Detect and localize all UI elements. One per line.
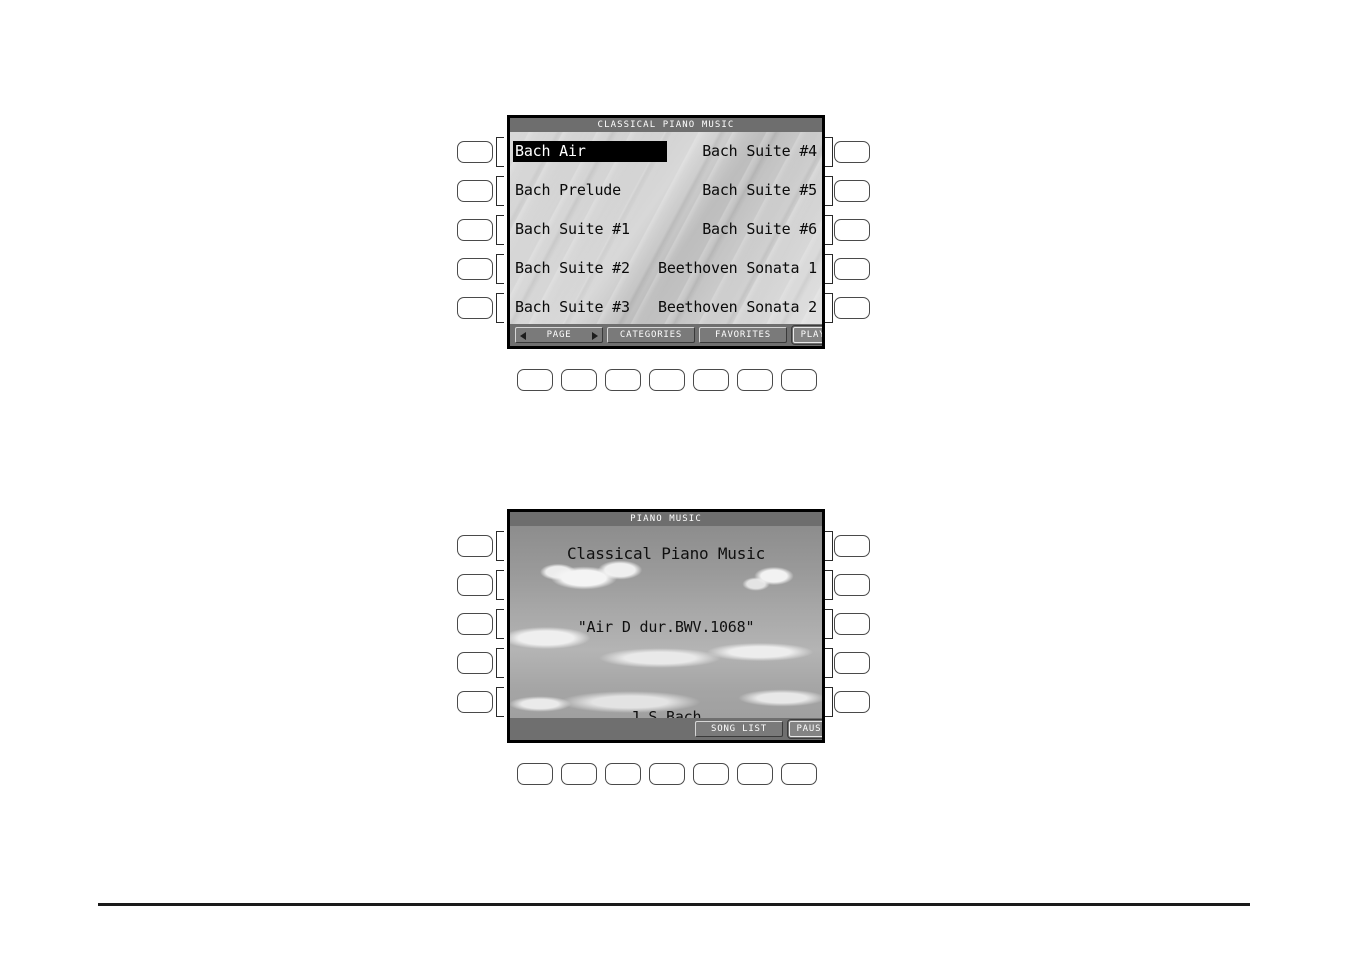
left-bracket-1 [496,137,504,167]
lcd-frame-now-playing: PIANO MUSIC Classical Piano Music "Air D… [507,509,825,743]
right-softkey-button-4[interactable] [834,258,870,280]
table-row: Bach Air Bach Suite #4 [510,141,822,162]
page-footer-rule [98,903,1250,906]
song-item-beethoven-sonata-1[interactable]: Beethoven Sonata 1 [656,258,819,279]
bottom-softkey-button-3[interactable] [605,369,641,391]
np-left-softkey-button-2[interactable] [457,574,493,596]
lcd-screen-now-playing: PIANO MUSIC Classical Piano Music "Air D… [510,512,822,740]
left-softkey-button-4[interactable] [457,258,493,280]
right-bracket-4 [825,254,833,284]
page-prev-arrow-icon[interactable] [520,332,526,340]
np-right-softkey-button-2[interactable] [834,574,870,596]
lcd-screen-song-list: CLASSICAL PIANO MUSIC Bach Air Bach Suit… [510,118,822,346]
right-bracket-2 [825,176,833,206]
left-bracket-2 [496,176,504,206]
table-row: Bach Suite #2 Beethoven Sonata 1 [510,258,822,279]
table-row: Bach Suite #3 Beethoven Sonata 2 [510,297,822,318]
song-item-beethoven-sonata-2[interactable]: Beethoven Sonata 2 [656,297,819,318]
left-bracket-5 [496,293,504,323]
np-right-bracket-4 [825,648,833,678]
bottom-softkey-button-1[interactable] [517,369,553,391]
np-right-bracket-1 [825,531,833,561]
page-softkey[interactable]: PAGE [515,327,603,343]
song-item-bach-suite-6[interactable]: Bach Suite #6 [700,219,819,240]
left-bracket-4 [496,254,504,284]
np-right-bracket-3 [825,609,833,639]
np-left-softkey-button-1[interactable] [457,535,493,557]
screen-body-now-playing: Classical Piano Music "Air D dur.BWV.106… [510,526,822,740]
softkey-bar-now-playing: SONG LIST PAUSE [510,718,822,740]
table-row: Bach Suite #1 Bach Suite #6 [510,219,822,240]
np-left-softkey-button-3[interactable] [457,613,493,635]
np-left-softkey-button-4[interactable] [457,652,493,674]
song-list-grid: Bach Air Bach Suite #4 Bach Prelude Bach… [510,132,822,316]
categories-softkey-label: CATEGORIES [619,330,683,340]
np-left-bracket-1 [496,531,504,561]
play-softkey-label: PLAY [800,330,822,340]
right-bracket-1 [825,137,833,167]
song-list-softkey-label: SONG LIST [711,724,767,734]
left-softkey-button-5[interactable] [457,297,493,319]
np-bottom-softkey-button-3[interactable] [605,763,641,785]
right-softkey-button-2[interactable] [834,180,870,202]
np-right-softkey-button-5[interactable] [834,691,870,713]
bottom-softkey-button-7[interactable] [781,369,817,391]
np-bottom-softkey-button-2[interactable] [561,763,597,785]
bottom-softkey-button-6[interactable] [737,369,773,391]
bottom-softkey-button-2[interactable] [561,369,597,391]
left-softkey-button-3[interactable] [457,219,493,241]
np-bottom-softkey-button-6[interactable] [737,763,773,785]
softkey-bar-song-list: PAGE CATEGORIES FAVORITES PLAY [510,324,822,346]
np-right-softkey-button-3[interactable] [834,613,870,635]
np-left-bracket-3 [496,609,504,639]
song-item-bach-suite-1[interactable]: Bach Suite #1 [513,219,632,240]
left-softkey-button-1[interactable] [457,141,493,163]
pause-softkey-label: PAUSE [796,724,822,734]
bottom-softkey-button-5[interactable] [693,369,729,391]
play-softkey[interactable]: PLAY [791,325,822,345]
left-bracket-3 [496,215,504,245]
right-softkey-button-3[interactable] [834,219,870,241]
np-bottom-softkey-button-7[interactable] [781,763,817,785]
device-song-list: CLASSICAL PIANO MUSIC Bach Air Bach Suit… [452,115,882,400]
screen-title-piano-music: PIANO MUSIC [510,512,822,526]
right-bracket-3 [825,215,833,245]
np-left-bracket-2 [496,570,504,600]
right-bracket-5 [825,293,833,323]
np-right-bracket-5 [825,687,833,717]
np-right-softkey-button-1[interactable] [834,535,870,557]
np-bottom-softkey-button-5[interactable] [693,763,729,785]
left-softkey-button-2[interactable] [457,180,493,202]
page-softkey-label: PAGE [546,330,572,340]
song-item-bach-suite-3[interactable]: Bach Suite #3 [513,297,632,318]
np-left-bracket-4 [496,648,504,678]
device-now-playing: PIANO MUSIC Classical Piano Music "Air D… [452,509,882,794]
song-item-bach-suite-4[interactable]: Bach Suite #4 [700,141,819,162]
np-left-softkey-button-5[interactable] [457,691,493,713]
np-bottom-softkey-button-1[interactable] [517,763,553,785]
favorites-softkey[interactable]: FAVORITES [699,327,787,343]
right-softkey-button-5[interactable] [834,297,870,319]
lcd-frame-song-list: CLASSICAL PIANO MUSIC Bach Air Bach Suit… [507,115,825,349]
np-right-bracket-2 [825,570,833,600]
favorites-softkey-label: FAVORITES [715,330,771,340]
song-item-bach-air[interactable]: Bach Air [513,141,667,162]
song-item-bach-suite-5[interactable]: Bach Suite #5 [700,180,819,201]
np-right-softkey-button-4[interactable] [834,652,870,674]
song-item-bach-suite-2[interactable]: Bach Suite #2 [513,258,632,279]
now-playing-category: Classical Piano Music [566,544,766,563]
page-next-arrow-icon[interactable] [592,332,598,340]
screen-title-classical-piano-music: CLASSICAL PIANO MUSIC [510,118,822,132]
np-bottom-softkey-button-4[interactable] [649,763,685,785]
song-list-softkey[interactable]: SONG LIST [695,721,783,737]
bottom-softkey-button-4[interactable] [649,369,685,391]
categories-softkey[interactable]: CATEGORIES [607,327,695,343]
pause-softkey[interactable]: PAUSE [787,719,822,739]
right-softkey-button-1[interactable] [834,141,870,163]
now-playing-piece-title: "Air D dur.BWV.1068" [577,618,755,636]
np-left-bracket-5 [496,687,504,717]
table-row: Bach Prelude Bach Suite #5 [510,180,822,201]
screen-body-song-list: Bach Air Bach Suite #4 Bach Prelude Bach… [510,132,822,346]
song-item-bach-prelude[interactable]: Bach Prelude [513,180,623,201]
